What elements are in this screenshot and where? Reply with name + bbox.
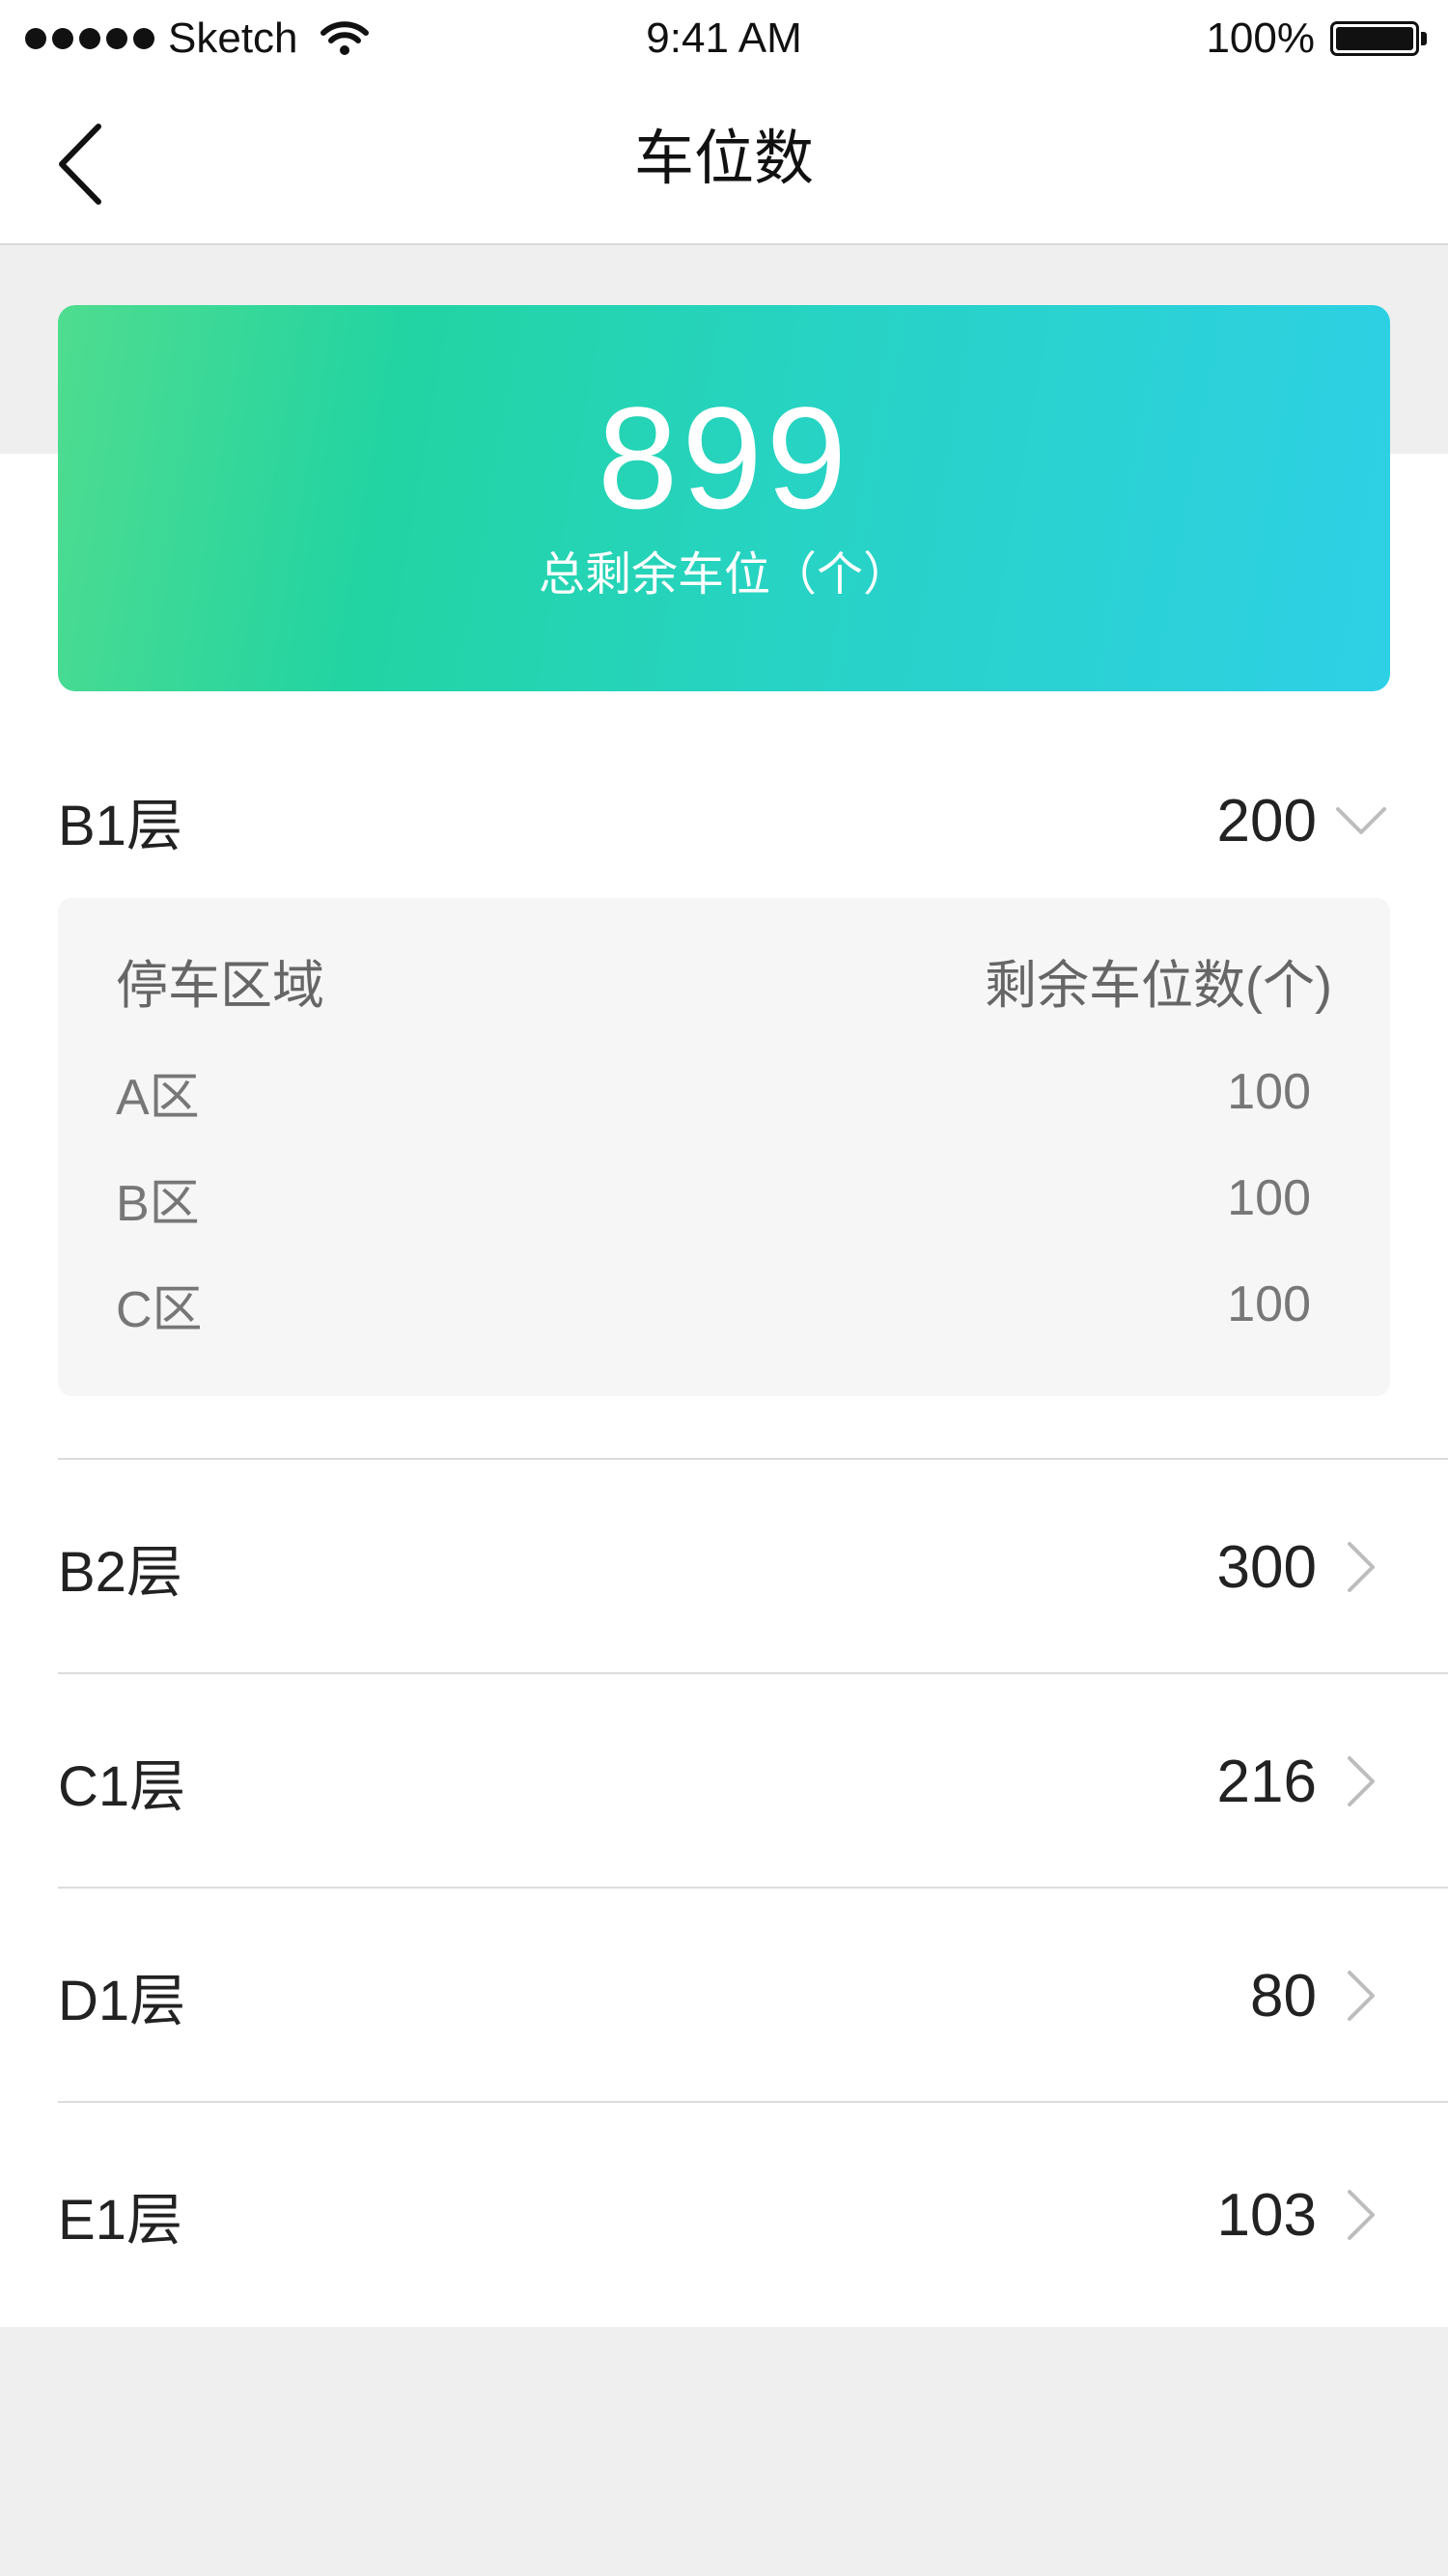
status-bar: Sketch 9:41 AM 100% [0, 0, 1448, 77]
floor-name: B2层 [58, 1541, 182, 1604]
total-spaces-label: 总剩余车位（个） [538, 549, 909, 601]
battery-percent: 100% [1206, 14, 1315, 62]
floor-name: E1层 [58, 2189, 182, 2252]
chevron-right-icon [1332, 1538, 1390, 1596]
zone-area: C区 [116, 1281, 203, 1338]
nav-bar: 车位数 [0, 77, 1448, 245]
chevron-right-icon [1332, 2186, 1390, 2244]
floor-row-e1[interactable]: E1层 103 [58, 2103, 1448, 2327]
floor-count: 103 [1216, 2181, 1317, 2249]
page-title: 车位数 [633, 126, 814, 192]
chevron-down-icon [1332, 792, 1390, 850]
floor-row-b1[interactable]: B1层 200 [58, 724, 1448, 917]
zone-header-count: 剩余车位数(个) [985, 956, 1332, 1015]
zone-area: A区 [116, 1069, 200, 1126]
floor-count: 300 [1216, 1533, 1317, 1601]
zone-table-header: 停车区域 剩余车位数(个) [116, 946, 1332, 1015]
floor-count: 200 [1216, 787, 1317, 854]
zone-count: 100 [1227, 1276, 1311, 1332]
battery-icon [1330, 19, 1427, 58]
zone-panel: 停车区域 剩余车位数(个) A区 100 B区 100 C区 100 [58, 898, 1390, 1396]
zone-count: 100 [1227, 1064, 1311, 1120]
zone-count: 100 [1227, 1170, 1311, 1226]
floor-row-c1[interactable]: C1层 216 [58, 1674, 1448, 1889]
zone-area: B区 [116, 1175, 200, 1232]
status-right: 100% [1206, 10, 1427, 68]
chevron-right-icon [1332, 1967, 1390, 2025]
zone-row: B区 100 [116, 1164, 1311, 1232]
total-spaces-count: 899 [597, 377, 851, 539]
floor-name: D1层 [58, 1970, 186, 2032]
zone-row: A区 100 [116, 1058, 1311, 1126]
floor-count: 216 [1216, 1748, 1317, 1815]
floor-name: B1层 [58, 795, 182, 857]
floor-count: 80 [1250, 1962, 1317, 2030]
floor-row-b2[interactable]: B2层 300 [58, 1460, 1448, 1674]
floor-row-d1[interactable]: D1层 80 [58, 1889, 1448, 2103]
chevron-right-icon [1332, 1752, 1390, 1810]
floor-name: C1层 [58, 1755, 186, 1818]
summary-card: 899 总剩余车位（个） [58, 305, 1390, 691]
zone-header-area: 停车区域 [116, 956, 324, 1015]
zone-row: C区 100 [116, 1271, 1311, 1338]
